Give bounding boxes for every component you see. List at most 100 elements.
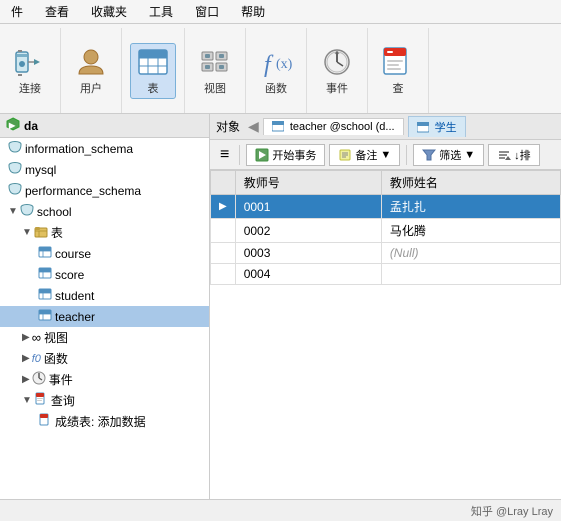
nav-back-icon[interactable]: ◀ [248,118,259,135]
perf-schema-label: performance_schema [25,184,141,198]
mysql-label: mysql [25,163,56,177]
sort-button[interactable]: ↓排 [488,144,540,166]
sidebar-item-teacher[interactable]: teacher [0,306,209,327]
school-label: school [37,205,72,219]
event-icon [321,46,353,78]
menu-item-favorites[interactable]: 收藏夹 [88,2,130,21]
backup-arrow: ▼ [380,149,391,161]
view-folder-arrow: ▶ [22,332,30,343]
cell-teacher-id[interactable]: 0001 [235,195,381,219]
student-tab[interactable]: 学生 [408,116,466,137]
info-schema-label: information_schema [25,142,133,156]
sidebar-item-func-folder[interactable]: ▶ f0 函数 [0,348,209,369]
sort-icon [497,148,511,162]
db-icon: ▶ [6,117,20,134]
cell-teacher-name[interactable]: (Null) [381,243,560,264]
event-folder-icon [32,371,46,388]
table-folder-arrow: ▼ [22,227,32,238]
cell-teacher-name[interactable] [381,264,560,285]
cell-teacher-name[interactable]: 马化腾 [381,219,560,243]
view-button[interactable]: 视图 [193,44,237,98]
query-folder-icon [34,392,48,409]
menu-item-file[interactable]: 件 [8,2,26,21]
svg-text:f: f [264,52,274,78]
table-row[interactable]: 0002马化腾 [211,219,561,243]
view-folder-icon: ∞ [32,330,41,345]
table-row[interactable]: 0004 [211,264,561,285]
teacher-tab[interactable]: teacher @school (d... [263,118,404,135]
table-label: 表 [148,80,159,96]
cell-teacher-id[interactable]: 0002 [235,219,381,243]
query-folder-label: 查询 [51,392,75,409]
query-folder-arrow: ▼ [22,395,32,406]
function-button[interactable]: f (x) 函数 [254,44,298,98]
toolbar: 连接 用户 [0,24,561,114]
table-icon-teacher [38,308,52,325]
query-icon [382,46,414,78]
cell-teacher-id[interactable]: 0003 [235,243,381,264]
function-label: 函数 [265,80,287,96]
query-icon-score [38,413,52,430]
active-tab-label: teacher @school (d... [290,121,395,133]
table-row[interactable]: 0003(Null) [211,243,561,264]
col-teacher-id[interactable]: 教师号 [235,171,381,195]
connect-button[interactable]: 连接 [8,44,52,98]
user-icon [75,46,107,78]
sidebar-item-information-schema[interactable]: information_schema [0,138,209,159]
sidebar-item-score[interactable]: score [0,264,209,285]
sidebar-item-course[interactable]: course [0,243,209,264]
table-button[interactable]: 表 [130,43,176,99]
sidebar-item-view-folder[interactable]: ▶ ∞ 视图 [0,327,209,348]
connect-label: 连接 [19,80,41,96]
data-table: 教师号 教师姓名 ▶0001孟扎扎0002马化腾0003(Null)0004 [210,170,561,499]
sidebar-item-school[interactable]: ▼ school [0,201,209,222]
event-folder-arrow: ▶ [22,374,30,385]
func-folder-label: 函数 [44,350,68,367]
user-button[interactable]: 用户 [69,44,113,98]
filter-button[interactable]: 筛选 ▼ [413,144,484,166]
row-indicator [211,264,236,285]
menu-item-tools[interactable]: 工具 [146,2,176,21]
sidebar-header: ▶ da [0,114,209,138]
sidebar-item-table-folder[interactable]: ▼ 表 [0,222,209,243]
attribution: 知乎 @Lray Lray [471,503,553,519]
view-section: 视图 [185,28,246,113]
col-teacher-name[interactable]: 教师姓名 [381,171,560,195]
sidebar-item-event-folder[interactable]: ▶ 事件 [0,369,209,390]
menu-item-help[interactable]: 帮助 [238,2,268,21]
sidebar-item-student[interactable]: student [0,285,209,306]
object-label: 对象 [216,118,240,135]
query-label: 查 [393,80,404,96]
filter-icon [422,148,436,162]
backup-icon [338,148,352,162]
teacher-label: teacher [55,310,95,324]
event-section: 事件 [307,28,368,113]
event-button[interactable]: 事件 [315,44,359,98]
db-icon-perf [8,182,22,199]
backup-button[interactable]: 备注 ▼ [329,144,400,166]
sidebar-item-performance-schema[interactable]: performance_schema [0,180,209,201]
cell-teacher-id[interactable]: 0004 [235,264,381,285]
table-row[interactable]: ▶0001孟扎扎 [211,195,561,219]
db-icon-school [20,203,34,220]
query-button[interactable]: 查 [376,44,420,98]
sidebar-item-score-query[interactable]: 成绩表: 添加数据 [0,411,209,432]
sidebar-item-query-folder[interactable]: ▼ 查询 [0,390,209,411]
cell-teacher-name[interactable]: 孟扎扎 [381,195,560,219]
row-indicator [211,243,236,264]
menu-icon[interactable]: ≡ [216,144,233,166]
menu-item-view[interactable]: 查看 [42,2,72,21]
start-transaction-button[interactable]: 开始事务 [246,144,325,166]
connect-icon [14,46,46,78]
col-indicator [211,171,236,195]
score-query-label: 成绩表: 添加数据 [55,413,146,430]
table-folder-icon [34,224,48,241]
view-label: 视图 [204,80,226,96]
sidebar-item-mysql[interactable]: mysql [0,159,209,180]
content-toolbar: ≡ 开始事务 备注 ▼ [210,140,561,170]
table-icon-student [38,287,52,304]
menu-item-window[interactable]: 窗口 [192,2,222,21]
row-indicator: ▶ [211,195,236,219]
school-arrow: ▼ [8,206,18,217]
event-folder-label: 事件 [49,371,73,388]
